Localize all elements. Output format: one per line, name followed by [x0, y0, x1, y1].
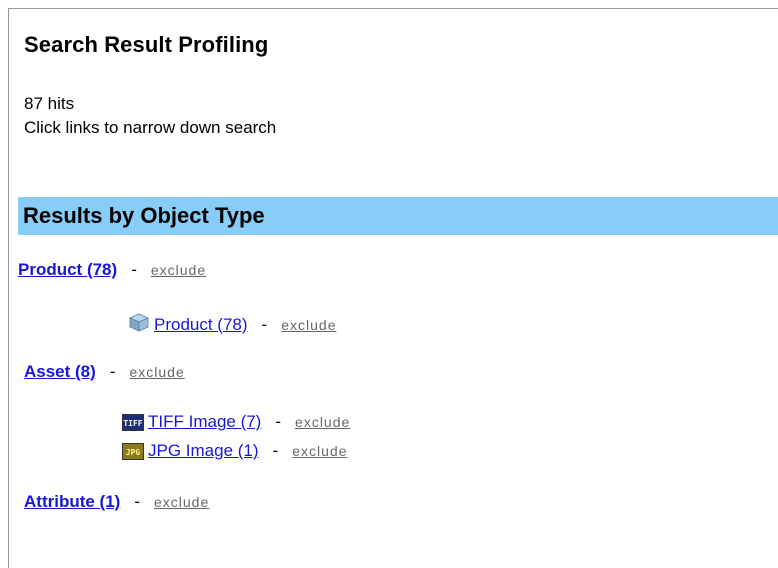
- separator: -: [131, 260, 137, 279]
- separator: -: [109, 362, 116, 381]
- exclude-link-asset[interactable]: exclude: [129, 364, 184, 380]
- group-row-product: Product (78) - exclude: [18, 260, 206, 280]
- group-link-attribute[interactable]: Attribute (1): [24, 492, 120, 512]
- hits-summary: 87 hits Click links to narrow down searc…: [24, 92, 276, 140]
- tiff-file-icon: TIFF: [122, 413, 144, 431]
- separator: -: [261, 314, 268, 334]
- separator: -: [272, 441, 279, 460]
- exclude-link-attribute[interactable]: exclude: [154, 494, 209, 510]
- exclude-link-product-item[interactable]: exclude: [281, 317, 336, 333]
- item-row-tiff: TIFF TIFF Image (7) - exclude: [122, 412, 350, 432]
- separator: -: [275, 412, 282, 431]
- group-row-attribute: Attribute (1) - exclude: [24, 492, 209, 512]
- page-title: Search Result Profiling: [24, 32, 269, 57]
- hits-count: 87 hits: [24, 94, 75, 113]
- exclude-link-tiff-image[interactable]: exclude: [295, 414, 350, 430]
- exclude-link-product[interactable]: exclude: [151, 262, 206, 278]
- item-row-product: Product (78) - exclude: [128, 312, 336, 337]
- group-link-asset[interactable]: Asset (8): [24, 362, 96, 382]
- item-link-product[interactable]: Product (78): [154, 315, 248, 335]
- item-link-jpg-image[interactable]: JPG Image (1): [148, 441, 259, 461]
- section-header-object-type: Results by Object Type: [18, 197, 778, 235]
- group-row-asset: Asset (8) - exclude: [24, 362, 185, 382]
- cube-icon: [128, 312, 150, 337]
- item-row-jpg: JPG JPG Image (1) - exclude: [122, 441, 347, 461]
- exclude-link-jpg-image[interactable]: exclude: [292, 443, 347, 459]
- narrow-hint: Click links to narrow down search: [24, 118, 277, 137]
- item-link-tiff-image[interactable]: TIFF Image (7): [148, 412, 261, 432]
- group-link-product[interactable]: Product (78): [18, 260, 117, 280]
- separator: -: [134, 492, 140, 511]
- jpg-file-icon: JPG: [122, 442, 144, 460]
